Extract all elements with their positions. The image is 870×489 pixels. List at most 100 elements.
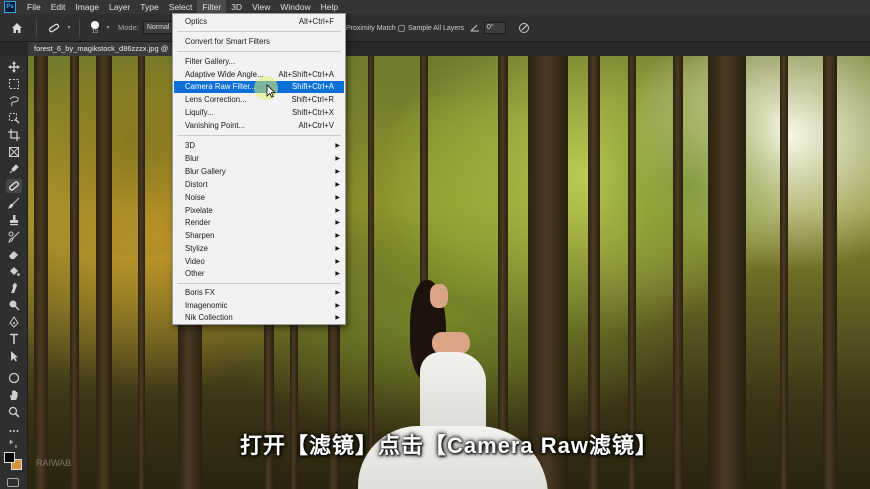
submenu-arrow-icon: ▶: [335, 143, 340, 149]
menu-layer[interactable]: Layer: [104, 0, 135, 14]
foreground-color-swatch[interactable]: [4, 452, 15, 463]
tree-trunk: [368, 56, 374, 489]
clone-stamp-tool-icon[interactable]: [6, 213, 22, 227]
document-tab[interactable]: forest_6_by_magikstock_d86zzzx.jpg @: [28, 42, 175, 56]
menu-item-video[interactable]: Video ▶: [174, 256, 344, 268]
ellipse-tool-icon[interactable]: [6, 371, 22, 385]
tree-trunk: [673, 56, 683, 489]
proximity-match-label: Proximity Match: [346, 24, 396, 32]
menu-view[interactable]: View: [247, 0, 275, 14]
document-canvas[interactable]: 打开【滤镜】点击【Camera Raw滤镜】 RAIWAB: [28, 56, 870, 489]
menu-filter[interactable]: Filter: [197, 0, 227, 14]
menu-item-3d[interactable]: 3D ▶: [174, 140, 344, 152]
menu-separator: [177, 51, 341, 52]
menu-edit[interactable]: Edit: [46, 0, 71, 14]
tree-trunk: [628, 56, 636, 489]
menu-item-nik-collection[interactable]: Nik Collection ▶: [174, 312, 344, 324]
menu-item-shortcut: Shift+Ctrl+R: [291, 95, 334, 104]
tools-panel: [0, 56, 28, 489]
lasso-tool-icon[interactable]: [6, 94, 22, 108]
path-selection-tool-icon[interactable]: [6, 349, 22, 363]
pen-tool-icon[interactable]: [6, 315, 22, 329]
hand-tool-icon[interactable]: [6, 388, 22, 402]
menu-item-label: Pixelate: [185, 206, 213, 215]
menu-item-render[interactable]: Render ▶: [174, 217, 344, 229]
menu-item-label: Boris FX: [185, 288, 215, 297]
menu-item-boris-fx[interactable]: Boris FX ▶: [174, 287, 344, 299]
proximity-match-option[interactable]: Proximity Match: [346, 14, 396, 42]
menu-image[interactable]: Image: [70, 0, 104, 14]
menu-type[interactable]: Type: [135, 0, 163, 14]
menu-item-convert-smart-filters[interactable]: Convert for Smart Filters: [174, 36, 344, 48]
pressure-size-icon[interactable]: [518, 14, 530, 42]
separator: [79, 18, 80, 37]
spot-healing-brush-icon[interactable]: [43, 22, 65, 34]
history-brush-tool-icon[interactable]: [6, 230, 22, 244]
menu-item-label: Sharpen: [185, 231, 215, 240]
menu-item-blur-gallery[interactable]: Blur Gallery ▶: [174, 166, 344, 178]
quick-mask-icon[interactable]: [7, 478, 19, 487]
brush-tool-icon[interactable]: [6, 196, 22, 210]
marquee-tool-icon[interactable]: [6, 77, 22, 91]
crop-tool-icon[interactable]: [6, 128, 22, 142]
submenu-arrow-icon: ▶: [335, 208, 340, 214]
type-tool-icon[interactable]: [6, 332, 22, 346]
menu-file[interactable]: File: [22, 0, 46, 14]
healing-brush-tool-icon[interactable]: [6, 179, 22, 193]
menu-item-label: Blur: [185, 154, 199, 163]
object-selection-tool-icon[interactable]: [6, 111, 22, 125]
separator: [36, 18, 37, 37]
watermark: RAIWAB: [36, 458, 72, 468]
chevron-down-icon[interactable]: ▾: [65, 24, 73, 31]
smudge-tool-icon[interactable]: [6, 281, 22, 295]
menu-item-distort[interactable]: Distort ▶: [174, 179, 344, 191]
mouse-pointer-icon: [266, 84, 276, 98]
menu-item-stylize[interactable]: Stylize ▶: [174, 243, 344, 255]
menu-item-label: Distort: [185, 180, 208, 189]
chevron-down-icon[interactable]: ▾: [104, 24, 112, 31]
paint-bucket-tool-icon[interactable]: [6, 264, 22, 278]
menu-item-label: Imagenomic: [185, 301, 228, 310]
angle-input[interactable]: 0°: [484, 22, 506, 34]
menu-window[interactable]: Window: [275, 0, 315, 14]
menu-item-label: Vanishing Point...: [185, 121, 246, 130]
menu-item-blur[interactable]: Blur ▶: [174, 153, 344, 165]
angle-option: 0°: [470, 14, 506, 42]
menu-item-noise[interactable]: Noise ▶: [174, 192, 344, 204]
menu-item-optics[interactable]: Optics Alt+Ctrl+F: [174, 16, 344, 28]
more-tools-icon[interactable]: [6, 424, 22, 438]
menu-bar: Ps File Edit Image Layer Type Select Fil…: [0, 0, 870, 14]
move-tool-icon[interactable]: [6, 60, 22, 74]
tree-trunk: [498, 56, 508, 489]
eraser-tool-icon[interactable]: [6, 247, 22, 261]
tree-trunk: [823, 56, 837, 489]
frame-tool-icon[interactable]: [6, 145, 22, 159]
submenu-arrow-icon: ▶: [335, 246, 340, 252]
swap-colors-icon[interactable]: [6, 439, 22, 449]
brush-tip-icon: [91, 20, 99, 29]
home-icon[interactable]: [4, 15, 30, 41]
menu-3d[interactable]: 3D: [226, 0, 247, 14]
menu-item-label: Lens Correction...: [185, 95, 247, 104]
menu-select[interactable]: Select: [164, 0, 198, 14]
sample-all-layers-option[interactable]: Sample All Layers: [398, 14, 464, 42]
menu-item-vanishing-point[interactable]: Vanishing Point... Alt+Ctrl+V: [174, 120, 344, 132]
menu-item-pixelate[interactable]: Pixelate ▶: [174, 205, 344, 217]
sample-all-layers-checkbox[interactable]: [398, 24, 405, 32]
menu-item-filter-gallery[interactable]: Filter Gallery...: [174, 56, 344, 68]
eyedropper-tool-icon[interactable]: [6, 162, 22, 176]
submenu-arrow-icon: ▶: [335, 220, 340, 226]
menu-item-imagenomic[interactable]: Imagenomic ▶: [174, 300, 344, 312]
zoom-tool-icon[interactable]: [6, 405, 22, 419]
submenu-arrow-icon: ▶: [335, 259, 340, 265]
dodge-tool-icon[interactable]: [6, 298, 22, 312]
menu-item-sharpen[interactable]: Sharpen ▶: [174, 230, 344, 242]
menu-item-label: Stylize: [185, 244, 208, 253]
menu-help[interactable]: Help: [316, 0, 343, 14]
menu-item-liquify[interactable]: Liquify... Shift+Ctrl+X: [174, 107, 344, 119]
menu-item-other[interactable]: Other ▶: [174, 268, 344, 280]
brush-size-picker[interactable]: 15: [86, 20, 104, 35]
menu-item-label: 3D: [185, 141, 195, 150]
woman-shoulders: [432, 332, 470, 354]
tree-trunk: [528, 56, 568, 489]
